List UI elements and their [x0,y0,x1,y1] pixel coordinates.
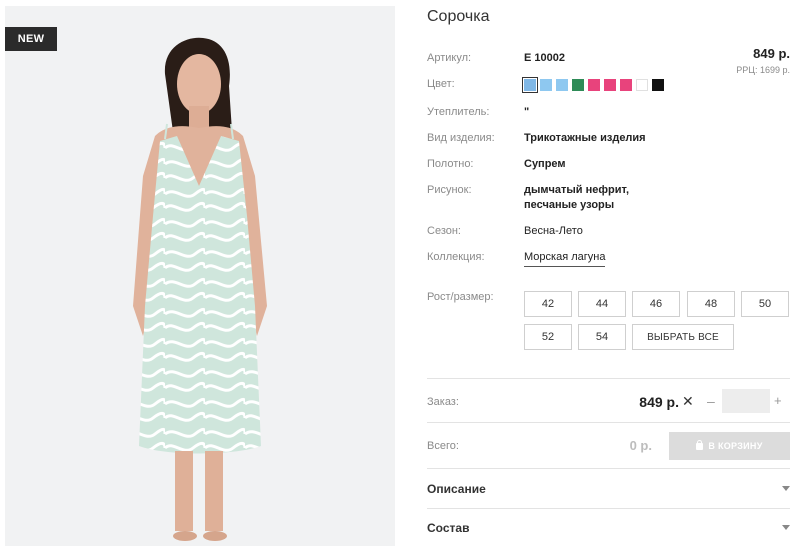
type-value: Трикотажные изделия [524,132,646,144]
shopping-bag-icon [696,439,704,450]
divider [427,508,790,509]
quantity-input[interactable] [722,389,770,413]
fabric-value: Супрем [524,158,566,170]
color-swatch[interactable] [636,79,648,91]
select-all-sizes-button[interactable]: ВЫБРАТЬ ВСЕ [632,324,734,350]
color-swatch[interactable] [652,79,664,91]
product-price: 849 р. [753,46,790,61]
order-price: 849 р. [639,394,679,410]
size-label: Рост/размер: [427,291,494,303]
divider [427,422,790,423]
accordion-composition[interactable]: Состав [427,521,469,535]
color-swatch[interactable] [620,79,632,91]
article-value: Е 10002 [524,52,565,64]
recommended-retail-price: РРЦ: 1699 р. [736,65,790,75]
pattern-value-line1: дымчатый нефрит, [524,184,630,196]
model-illustration [133,37,267,541]
color-label: Цвет: [427,78,455,90]
collection-label: Коллекция: [427,251,485,263]
size-44-button[interactable]: 44 [578,291,626,317]
article-label: Артикул: [427,52,472,64]
insulation-value: " [524,106,530,118]
color-swatch[interactable] [522,77,538,93]
season-value: Весна-Лето [524,225,583,237]
times-icon: ✕ [682,393,694,409]
color-swatch[interactable] [588,79,600,91]
order-label: Заказ: [427,396,459,408]
collection-link[interactable]: Морская лагуна [524,249,606,267]
increment-button[interactable]: + [774,393,782,408]
color-swatches [522,77,664,93]
size-46-button[interactable]: 46 [632,291,680,317]
pattern-value-line2: песчаные узоры [524,199,615,211]
pattern-label: Рисунок: [427,184,472,196]
divider [427,468,790,469]
color-swatch[interactable] [556,79,568,91]
fabric-label: Полотно: [427,158,474,170]
new-badge: NEW [5,27,57,51]
total-price: 0 р. [629,438,652,453]
size-50-button[interactable]: 50 [741,291,789,317]
total-label: Всего: [427,440,459,452]
type-label: Вид изделия: [427,132,495,144]
add-to-cart-label: В КОРЗИНУ [708,441,763,451]
size-42-button[interactable]: 42 [524,291,572,317]
color-swatch[interactable] [540,79,552,91]
chevron-down-icon[interactable] [782,486,790,491]
color-swatch[interactable] [572,79,584,91]
size-54-button[interactable]: 54 [578,324,626,350]
divider [427,378,790,379]
size-52-button[interactable]: 52 [524,324,572,350]
add-to-cart-button[interactable]: В КОРЗИНУ [669,432,790,460]
color-swatch[interactable] [604,79,616,91]
season-label: Сезон: [427,225,461,237]
product-title: Сорочка [427,8,490,25]
decrement-button[interactable]: – [707,393,715,409]
size-48-button[interactable]: 48 [687,291,735,317]
product-photo[interactable] [5,6,395,546]
chevron-down-icon[interactable] [782,525,790,530]
accordion-description[interactable]: Описание [427,482,486,496]
insulation-label: Утеплитель: [427,106,490,118]
